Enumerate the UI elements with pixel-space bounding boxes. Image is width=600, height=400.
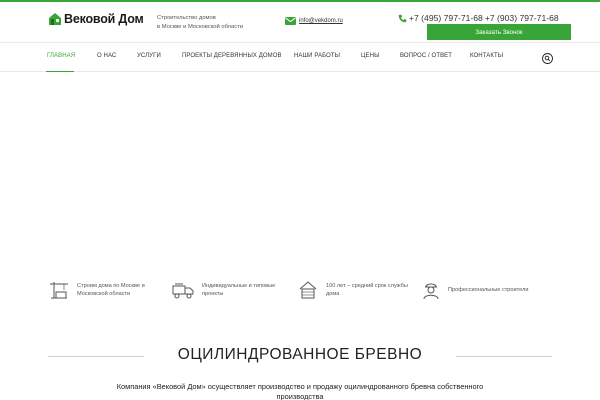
tagline-line-2: в Москве и Московской области [157, 24, 244, 30]
feature-line: Московской области [77, 291, 131, 297]
feature-line: дома [326, 291, 340, 297]
phone-numbers: +7 (495) 797-71-68 +7 (903) 797-71-68 [398, 13, 559, 23]
email-contact[interactable]: info@vekdom.ru [285, 17, 343, 25]
truck-icon [172, 283, 194, 299]
house-icon [299, 281, 317, 299]
section-intro: Компания «Вековой Дом» осуществляет прои… [60, 382, 540, 400]
feature-text: Профессиональные строители [448, 286, 528, 294]
email-link[interactable]: info@vekdom.ru [299, 18, 343, 24]
feature-text: Индивидуальные и типовые проекты [202, 282, 275, 298]
logo-text: Вековой Дом [64, 12, 144, 26]
nav-item-about[interactable]: О НАС [97, 53, 116, 59]
phone-1-link[interactable]: +7 (495) 797-71-68 [409, 13, 483, 23]
feature-line: проекты [202, 291, 224, 297]
section-title: ОЦИЛИНДРОВАННОЕ БРЕВНО [177, 346, 423, 363]
section-heading: ОЦИЛИНДРОВАННОЕ БРЕВНО [0, 346, 600, 366]
feature-line: 100 лет – средний срок службы [326, 283, 408, 289]
main-nav: ГЛАВНАЯ О НАС УСЛУГИ ПРОЕКТЫ ДЕРЕВЯННЫХ … [0, 42, 600, 73]
feature-line: Профессиональные строители [448, 287, 529, 293]
feature-lifetime: 100 лет – средний срок службы дома [298, 280, 408, 300]
nav-item-services[interactable]: УСЛУГИ [137, 53, 161, 59]
nav-item-home[interactable]: ГЛАВНАЯ [47, 53, 75, 59]
phone-2-link[interactable]: +7 (903) 797-71-68 [485, 13, 559, 23]
crane-icon [50, 282, 68, 299]
logo[interactable]: Вековой Дом [48, 12, 144, 26]
nav-item-faq[interactable]: ВОПРОС / ОТВЕТ [400, 53, 452, 59]
intro-line-1: Компания «Вековой Дом» осуществляет прои… [116, 382, 484, 391]
feature-text: Строим дома по Москве и Московской облас… [77, 282, 145, 298]
callback-button[interactable]: Заказать Звонок [427, 24, 571, 40]
feature-text: 100 лет – средний срок службы дома [326, 282, 408, 298]
feature-builders: Профессиональные строители [422, 280, 528, 300]
tagline-line-1: Строительство домов [157, 15, 216, 21]
features-row: Строим дома по Москве и Московской облас… [0, 276, 600, 306]
logo-house-icon [49, 13, 61, 25]
tagline: Строительство домов в Москве и Московско… [157, 14, 267, 32]
feature-location: Строим дома по Москве и Московской облас… [49, 280, 145, 300]
intro-line-2: производства [276, 392, 324, 400]
feature-line: Строим дома по Москве и [77, 283, 145, 289]
site-header: Вековой Дом Строительство домов в Москве… [0, 2, 600, 42]
envelope-icon [285, 17, 296, 25]
nav-item-works[interactable]: НАШИ РАБОТЫ [294, 53, 340, 59]
nav-item-projects[interactable]: ПРОЕКТЫ ДЕРЕВЯННЫХ ДОМОВ [182, 53, 282, 59]
phone-icon [398, 14, 407, 22]
feature-line: Индивидуальные и типовые [202, 283, 276, 289]
hero-banner [0, 72, 600, 268]
nav-item-prices[interactable]: ЦЕНЫ [361, 53, 380, 59]
feature-projects: Индивидуальные и типовые проекты [172, 280, 275, 300]
search-icon[interactable] [542, 53, 553, 64]
worker-icon [423, 283, 439, 300]
nav-item-contacts[interactable]: КОНТАКТЫ [470, 53, 503, 59]
